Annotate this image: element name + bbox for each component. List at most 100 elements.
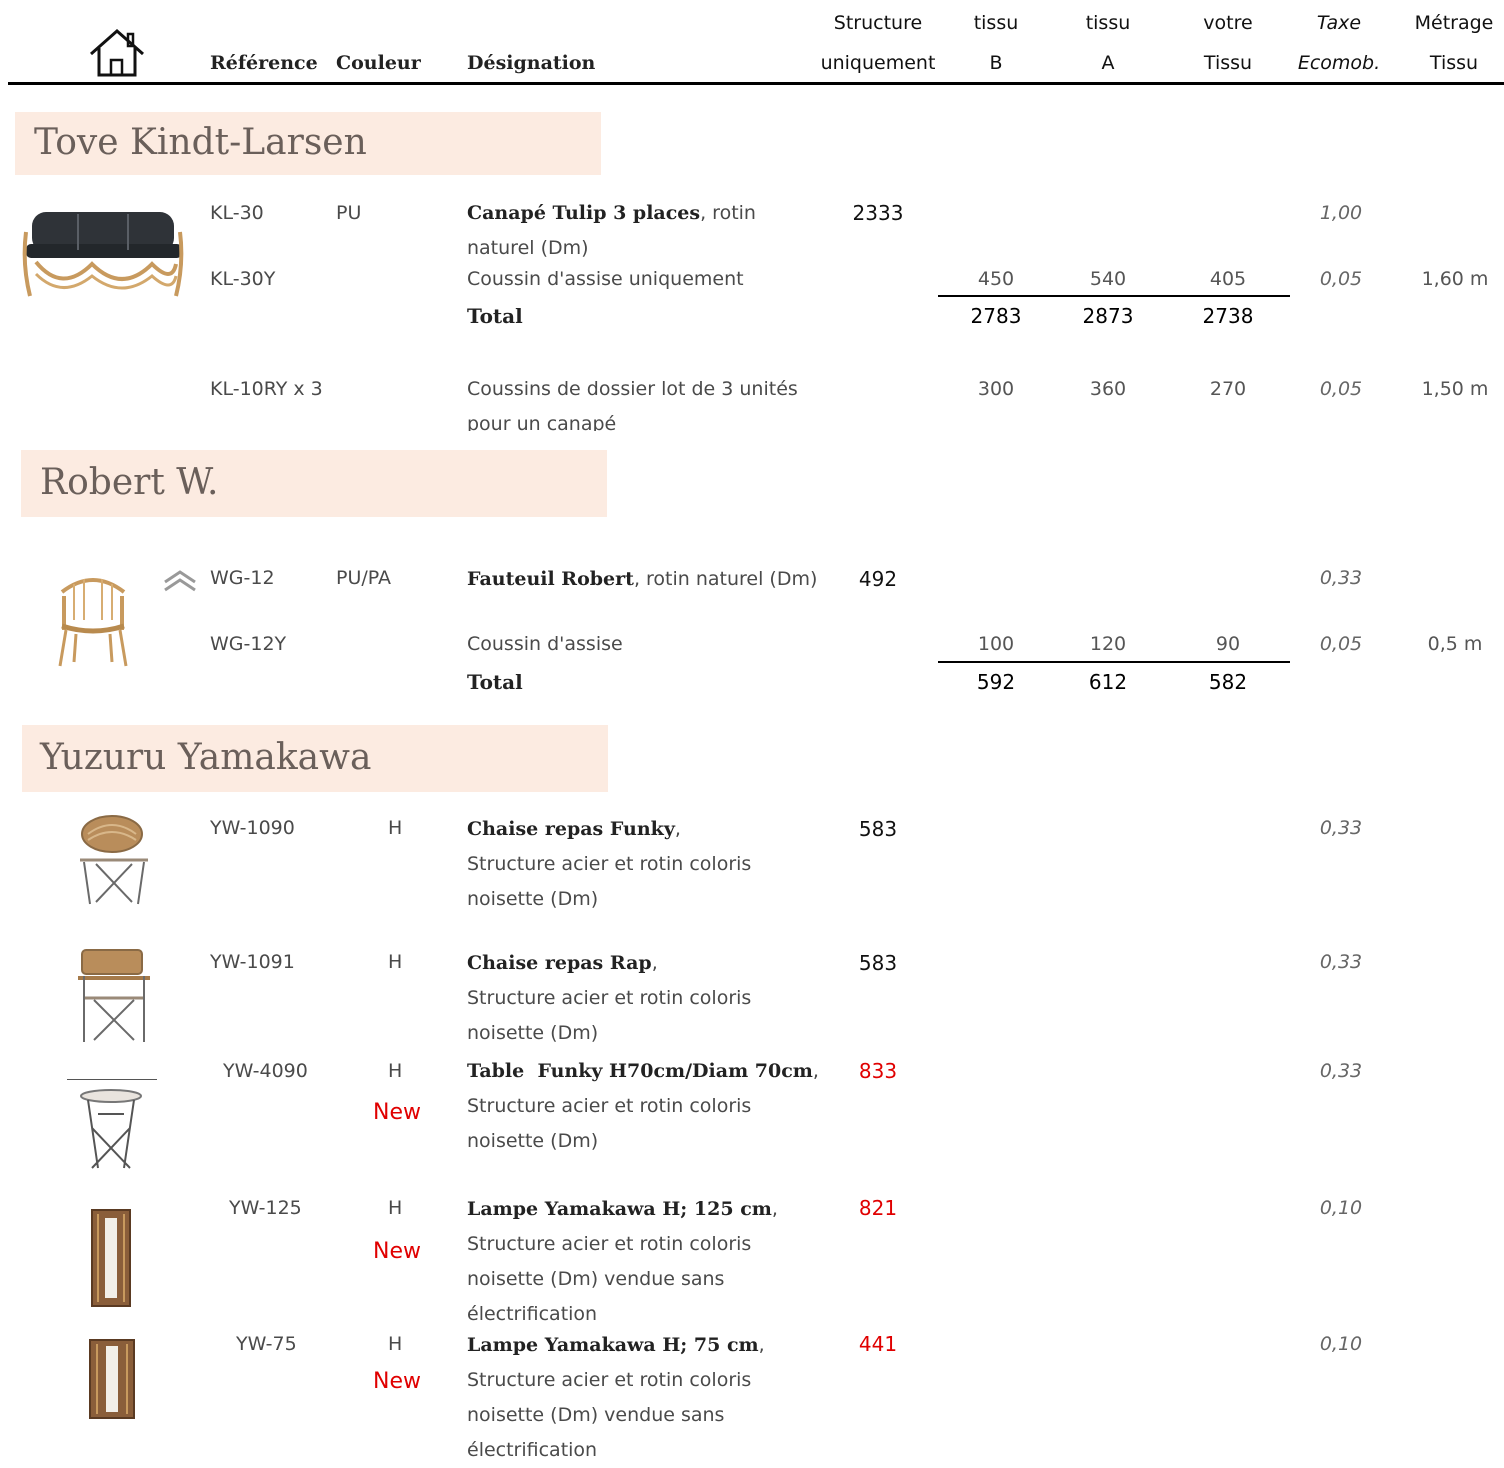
yw4090-new-badge: New	[373, 1100, 421, 1125]
rap-chair-image	[74, 946, 154, 1046]
header-tissu-b-2: B	[989, 52, 1003, 74]
kl10-a: 360	[1089, 378, 1127, 400]
header-votre-1: votre	[1203, 12, 1253, 34]
yw1090-rest: ,	[674, 818, 681, 840]
yw1090-ref: YW-1090	[210, 817, 295, 839]
yw1090-couleur: H	[388, 817, 403, 839]
header-metrage-2: Tissu	[1429, 52, 1479, 74]
yw75-name: Lampe Yamakawa H; 75 cm	[467, 1334, 759, 1356]
header-structure-1: Structure	[833, 12, 923, 34]
yw4090-name: Table Funky H70cm/Diam 70cm	[467, 1060, 813, 1082]
wg-total-a: 612	[1088, 670, 1128, 694]
table-divider	[67, 1079, 157, 1080]
yw125-line-3: noisette (Dm) vendue sans	[467, 1268, 725, 1290]
wg12y-a: 120	[1089, 633, 1127, 655]
yw75-line-3: noisette (Dm) vendue sans	[467, 1404, 725, 1426]
kl10-metrage: 1,50 m	[1421, 378, 1489, 400]
yw1090-designation: Chaise repas Funky, Structure acier et r…	[467, 812, 817, 917]
wg12y-ref: WG-12Y	[210, 633, 287, 655]
kl30-structure: 2333	[852, 201, 904, 225]
armchair-image	[54, 570, 132, 670]
header-metrage-1: Métrage	[1414, 12, 1494, 34]
yw75-structure: 441	[858, 1332, 898, 1356]
wg12y-desc: Coussin d'assise	[467, 633, 623, 655]
yw75-designation: Lampe Yamakawa H; 75 cm, Structure acier…	[467, 1328, 817, 1468]
yw4090-designation: Table Funky H70cm/Diam 70cm, Structure a…	[467, 1054, 827, 1159]
wg-total-b: 592	[976, 670, 1016, 694]
header-designation: Désignation	[467, 52, 596, 74]
yw1090-line-2: Structure acier et rotin coloris	[467, 853, 752, 875]
chevrons-up-icon	[163, 568, 197, 594]
wg-total-rule	[938, 661, 1290, 663]
home-icon[interactable]	[88, 28, 146, 78]
kl30y-votre: 405	[1209, 268, 1247, 290]
kl30-name: Canapé Tulip 3 places	[467, 202, 701, 224]
yw125-line-2: Structure acier et rotin coloris	[467, 1233, 752, 1255]
header-taxe-1: Taxe	[1316, 12, 1362, 34]
header-tissu-a-2: A	[1101, 52, 1115, 74]
lamp-75-image	[88, 1338, 136, 1420]
kl-total-a: 2873	[1082, 304, 1134, 328]
yw4090-structure: 833	[858, 1059, 898, 1083]
yw125-rest: ,	[771, 1198, 778, 1220]
kl30y-metrage: 1,60 m	[1421, 268, 1489, 290]
yw125-name: Lampe Yamakawa H; 125 cm	[467, 1198, 772, 1220]
wg12y-tax: 0,05	[1319, 633, 1363, 655]
wg12y-b: 100	[977, 633, 1015, 655]
wg12y-votre: 90	[1215, 633, 1241, 655]
yw1091-rest: ,	[651, 952, 658, 974]
yw125-designation: Lampe Yamakawa H; 125 cm, Structure acie…	[467, 1192, 817, 1332]
yw1091-line-2: Structure acier et rotin coloris	[467, 987, 752, 1009]
header-tissu-b-1: tissu	[973, 12, 1019, 34]
wg12-name: Fauteuil Robert	[467, 568, 634, 590]
section-title-yamakawa: Yuzuru Yamakawa	[40, 737, 372, 778]
wg12-tax: 0,33	[1319, 567, 1363, 589]
yw4090-line-2: Structure acier et rotin coloris	[467, 1095, 752, 1117]
yw4090-couleur: H	[388, 1060, 403, 1082]
yw75-rest: ,	[758, 1334, 765, 1356]
wg12-structure: 492	[858, 567, 898, 591]
kl30-couleur: PU	[336, 202, 362, 224]
yw125-structure: 821	[858, 1196, 898, 1220]
kl30y-a: 540	[1089, 268, 1127, 290]
yw1091-designation: Chaise repas Rap, Structure acier et rot…	[467, 946, 817, 1051]
kl10-b: 300	[977, 378, 1015, 400]
kl-total-b: 2783	[970, 304, 1022, 328]
kl30y-ref: KL-30Y	[210, 268, 276, 290]
yw75-tax: 0,10	[1319, 1333, 1363, 1355]
wg-total-label: Total	[467, 670, 523, 694]
yw75-couleur: H	[388, 1333, 403, 1355]
yw1091-ref: YW-1091	[210, 951, 295, 973]
kl30-ref: KL-30	[210, 202, 264, 224]
kl-total-votre: 2738	[1202, 304, 1254, 328]
header-taxe-2: Ecomob.	[1297, 52, 1381, 74]
section-title-robert: Robert W.	[40, 462, 219, 503]
yw1091-couleur: H	[388, 951, 403, 973]
kl10-desc-2: pour un canapé	[467, 413, 617, 431]
kl-total-label: Total	[467, 304, 523, 328]
yw75-new-badge: New	[373, 1369, 421, 1394]
yw75-ref: YW-75	[236, 1333, 297, 1355]
yw1091-structure: 583	[858, 951, 898, 975]
funky-chair-image	[76, 812, 152, 910]
wg12-couleur: PU/PA	[336, 567, 392, 589]
yw125-tax: 0,10	[1319, 1197, 1363, 1219]
kl30-designation: Canapé Tulip 3 places, rotin naturel (Dm…	[467, 196, 817, 266]
header-structure-2: uniquement	[820, 52, 936, 74]
yw1090-tax: 0,33	[1319, 817, 1363, 839]
lamp-125-image	[90, 1208, 132, 1308]
kl10-tax: 0,05	[1319, 378, 1363, 400]
yw125-new-badge: New	[373, 1239, 421, 1264]
header-reference: Référence	[210, 52, 318, 74]
yw4090-line-3: noisette (Dm)	[467, 1130, 599, 1152]
yw4090-rest: ,	[812, 1060, 819, 1082]
kl30y-tax: 0,05	[1319, 268, 1363, 290]
header-couleur: Couleur	[336, 52, 421, 74]
sofa-image	[22, 204, 184, 302]
wg12y-metrage: 0,5 m	[1427, 633, 1483, 655]
wg12-designation: Fauteuil Robert, rotin naturel (Dm)	[467, 562, 827, 597]
header-votre-2: Tissu	[1203, 52, 1253, 74]
wg12-rest: , rotin naturel (Dm)	[633, 568, 818, 590]
kl30y-b: 450	[977, 268, 1015, 290]
yw4090-ref: YW-4090	[223, 1060, 308, 1082]
